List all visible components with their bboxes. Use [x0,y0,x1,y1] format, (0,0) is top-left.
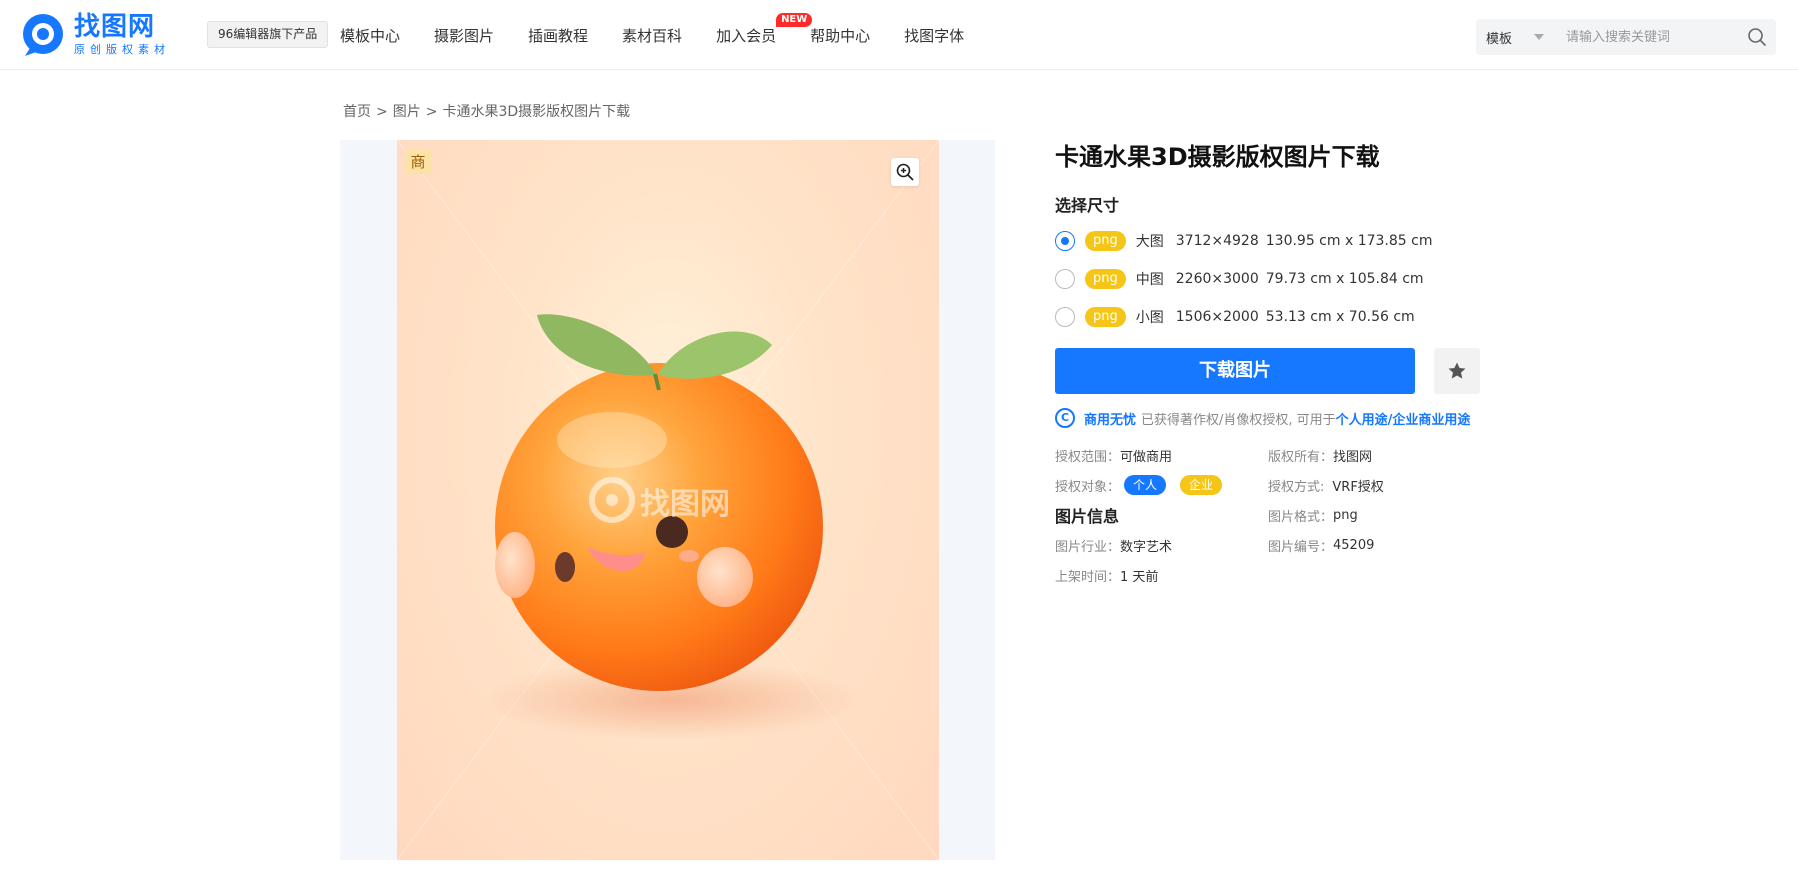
size-section-heading: 选择尺寸 [1055,196,1120,215]
meta-label: 版权所有： [1268,449,1334,465]
download-button[interactable]: 下载图片 [1055,348,1415,394]
meta-label: 授权对象： [1055,479,1121,495]
nav-item-fonts[interactable]: 找图字体 [904,25,964,46]
meta-label: 图片行业： [1055,539,1121,555]
search-category-label: 模板 [1486,31,1513,47]
nav-item-help[interactable]: 帮助中心 [810,25,870,46]
meta-scope: 授权范围： 可做商用 [1055,440,1268,470]
meta-time: 上架时间： 1 天前 [1055,560,1268,590]
license-usage-link[interactable]: 个人用途/企业商业用途 [1336,409,1471,428]
top-header: 找图网 原创版权素材 96编辑器旗下产品 模板中心 摄影图片 插画教程 素材百科… [0,0,1798,70]
size-option-large[interactable]: png 大图 3712×4928 130.95 cm x 173.85 cm [1055,222,1495,260]
svg-text:找图网: 找图网 [640,487,730,522]
search-icon[interactable] [1738,19,1776,55]
chevron-down-icon [1534,34,1544,40]
size-pixels: 1506×2000 [1175,309,1259,325]
size-radio[interactable] [1055,231,1075,251]
meta-label: 上架时间： [1055,569,1121,585]
commercial-tag: 商 [405,150,431,174]
meta-value: 1 天前 [1120,569,1159,585]
meta-target: 授权对象： 个人 企业 [1055,470,1268,500]
logo-icon [23,14,63,56]
search-input[interactable] [1556,19,1738,55]
meta-label: 图片编号： [1268,539,1334,555]
license-text: 已获得著作权/肖像权授权, 可用于 [1141,412,1336,428]
meta-label: 授权范围： [1055,449,1121,465]
meta-id: 图片编号： 45209 [1268,530,1488,560]
favorite-button[interactable] [1434,348,1480,394]
zoom-in-icon[interactable] [891,158,919,186]
format-badge: png [1085,269,1126,289]
license-highlight: 商用无忧 [1084,412,1137,428]
size-radio[interactable] [1055,307,1075,327]
size-print: 53.13 cm x 70.56 cm [1265,309,1415,325]
license-notice: C 商用无忧 已获得著作权/肖像权授权, 可用于 个人用途/企业商业用途 [1055,408,1495,428]
format-badge: png [1085,307,1126,327]
size-name: 中图 [1135,272,1164,288]
image-info-panel: 卡通水果3D摄影版权图片下载 选择尺寸 png 大图 3712×4928 130… [1055,140,1495,590]
breadcrumb-separator: > [425,104,438,120]
star-icon [1448,362,1466,379]
size-name: 大图 [1135,234,1164,250]
image-meta: 授权范围： 可做商用 版权所有： 找图网 授权对象： 个人 企业 授权方式: V… [1055,440,1495,590]
meta-info-heading-cell: 图片信息 [1055,500,1268,530]
size-radio[interactable] [1055,269,1075,289]
breadcrumb-home[interactable]: 首页 [343,104,371,120]
size-option-medium[interactable]: png 中图 2260×3000 79.73 cm x 105.84 cm [1055,260,1495,298]
nav-item-illustration[interactable]: 插画教程 [528,25,588,46]
page-title: 卡通水果3D摄影版权图片下载 [1055,143,1380,171]
size-option-small[interactable]: png 小图 1506×2000 53.13 cm x 70.56 cm [1055,298,1495,336]
meta-label: 图片格式： [1268,509,1334,525]
size-print: 130.95 cm x 173.85 cm [1265,233,1433,249]
target-personal-badge: 个人 [1124,475,1167,495]
meta-value: 找图网 [1333,449,1373,465]
meta-owner: 版权所有： 找图网 [1268,440,1488,470]
search-category-select[interactable]: 模板 [1476,28,1556,47]
size-name: 小图 [1135,310,1164,326]
image-info-heading: 图片信息 [1055,507,1120,526]
target-company-badge: 企业 [1180,475,1223,495]
meta-value: png [1333,507,1358,523]
site-logo[interactable]: 找图网 原创版权素材 [20,12,170,58]
format-badge: png [1085,231,1126,251]
logo-title: 找图网 [74,12,156,42]
breadcrumb: 首页 > 图片 > 卡通水果3D摄影版权图片下载 [343,101,630,121]
product-badge[interactable]: 96编辑器旗下产品 [207,21,329,48]
meta-value: 45209 [1333,537,1375,553]
meta-value: 可做商用 [1120,449,1173,465]
cartoon-orange-illustration: 找图网 [397,140,939,860]
nav-item-templates[interactable]: 模板中心 [340,25,400,46]
breadcrumb-current: 卡通水果3D摄影版权图片下载 [442,104,631,120]
search-bar: 模板 [1476,19,1776,55]
size-pixels: 2260×3000 [1175,271,1259,287]
nav-item-wiki[interactable]: 素材百科 [622,25,682,46]
breadcrumb-separator: > [376,104,388,120]
meta-label: 授权方式: [1268,479,1325,495]
preview-image[interactable]: 找图网 商 [397,140,939,860]
meta-industry: 图片行业： 数字艺术 [1055,530,1268,560]
meta-value: 数字艺术 [1120,539,1173,555]
meta-value: VRF授权 [1332,479,1384,495]
meta-format: 图片格式： png [1268,500,1488,530]
nav-item-label: 加入会员 [716,26,777,45]
size-pixels: 3712×4928 [1175,233,1259,249]
nav-item-membership[interactable]: 加入会员 NEW [716,12,813,46]
logo-subtitle: 原创版权素材 [74,43,170,56]
nav-item-photos[interactable]: 摄影图片 [434,25,494,46]
new-badge: NEW [776,12,813,27]
breadcrumb-category[interactable]: 图片 [393,104,421,120]
copyright-icon: C [1055,408,1075,428]
size-print: 79.73 cm x 105.84 cm [1265,271,1424,287]
meta-method: 授权方式: VRF授权 [1268,470,1488,500]
main-nav: 模板中心 摄影图片 插画教程 素材百科 加入会员 NEW 帮助中心 找图字体 [340,0,998,70]
image-preview-panel: 找图网 商 [340,140,995,860]
